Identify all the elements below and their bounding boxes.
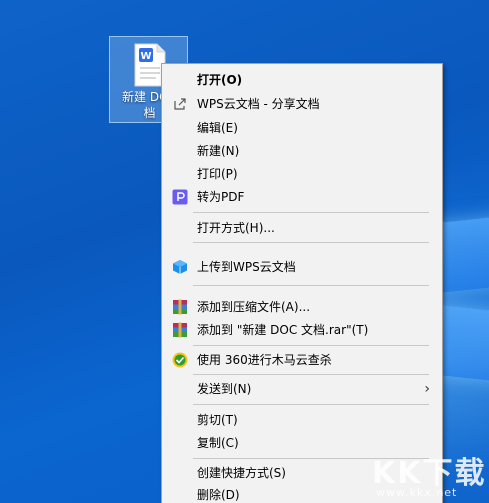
share-icon xyxy=(174,98,186,110)
pdf-convert-icon xyxy=(172,189,188,205)
menu-item-label: 创建快捷方式(S) xyxy=(197,466,286,480)
menu-item-360-scan[interactable]: 使用 360进行木马云查杀 xyxy=(164,349,440,371)
menu-separator xyxy=(193,285,429,286)
menu-item-convert-pdf[interactable]: 转为PDF xyxy=(164,186,440,208)
menu-item-add-archive[interactable]: 添加到压缩文件(A)... xyxy=(164,296,440,318)
menu-item-label: 打开(O) xyxy=(197,73,243,87)
menu-item-open[interactable]: 打开(O) xyxy=(164,69,440,91)
menu-separator xyxy=(193,212,429,213)
menu-item-open-with[interactable]: 打开方式(H)... xyxy=(164,217,440,239)
menu-item-label: 打印(P) xyxy=(197,167,238,181)
menu-item-print[interactable]: 打印(P) xyxy=(164,163,440,185)
menu-item-label: 编辑(E) xyxy=(197,121,238,135)
menu-item-cut[interactable]: 剪切(T) xyxy=(164,409,440,431)
menu-item-label: 添加到压缩文件(A)... xyxy=(197,300,311,314)
wps-cloud-icon xyxy=(173,260,187,274)
winrar-icon xyxy=(173,299,187,315)
menu-item-new[interactable]: 新建(N) xyxy=(164,140,440,162)
menu-separator xyxy=(193,404,429,405)
menu-item-wps-share[interactable]: WPS云文档 - 分享文档 xyxy=(164,93,440,115)
menu-item-edit[interactable]: 编辑(E) xyxy=(164,117,440,139)
menu-item-label: 剪切(T) xyxy=(197,413,238,427)
watermark-url: www.kkx.net xyxy=(376,486,458,499)
menu-item-label: 转为PDF xyxy=(197,190,245,204)
menu-item-label: 发送到(N) xyxy=(197,382,252,396)
context-menu: 打开(O) WPS云文档 - 分享文档 编辑(E) 新建(N) 打印(P) 转为… xyxy=(161,63,443,503)
menu-item-label: 复制(C) xyxy=(197,436,239,450)
menu-item-label: 上传到WPS云文档 xyxy=(197,260,296,274)
winrar-icon xyxy=(173,322,187,338)
menu-item-label: 新建(N) xyxy=(197,144,240,158)
menu-item-label: 使用 360进行木马云查杀 xyxy=(197,353,332,367)
file-label-line2: 档 xyxy=(143,106,156,120)
menu-item-label: 删除(D) xyxy=(197,488,240,502)
menu-item-upload-wps[interactable]: 上传到WPS云文档 xyxy=(164,256,440,278)
menu-item-label: 添加到 "新建 DOC 文档.rar"(T) xyxy=(197,323,369,337)
menu-separator xyxy=(193,345,429,346)
desktop-background: W 新建 DOC 档 打开(O) WPS云文档 - 分享文档 编辑(E) 新建(… xyxy=(0,0,489,503)
360-scan-icon xyxy=(172,352,188,368)
svg-text:W: W xyxy=(140,51,151,62)
menu-item-label: 打开方式(H)... xyxy=(197,221,275,235)
menu-separator xyxy=(193,242,429,243)
menu-item-add-rar[interactable]: 添加到 "新建 DOC 文档.rar"(T) xyxy=(164,319,440,341)
menu-separator xyxy=(193,374,429,375)
watermark-logo: KK下载 www.kkx.net xyxy=(370,446,489,503)
menu-item-label: WPS云文档 - 分享文档 xyxy=(197,97,320,111)
chevron-right-icon: › xyxy=(424,381,430,397)
menu-item-send-to[interactable]: 发送到(N) › xyxy=(164,378,440,400)
